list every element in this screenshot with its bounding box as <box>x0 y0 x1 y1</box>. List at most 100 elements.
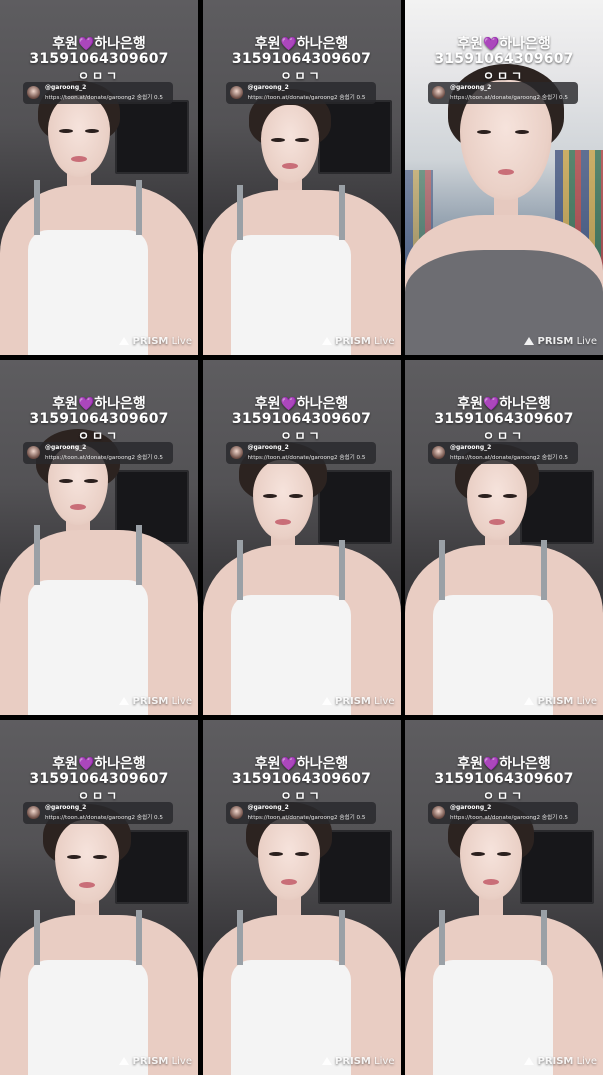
face <box>467 460 527 540</box>
clothing <box>28 580 148 715</box>
donation-title: 후원💜하나은행 <box>0 393 198 413</box>
video-frame: 후원💜하나은행 31591064309607 ㅇㅁㄱ @garoong_2 ht… <box>405 0 603 355</box>
watermark-brand: PRISM <box>334 696 371 707</box>
bank-name: 하나은행 <box>499 756 551 772</box>
watermark-brand: PRISM <box>537 696 574 707</box>
donation-title: 후원💜하나은행 <box>0 753 198 773</box>
prism-live-watermark: PRISM Live <box>321 696 395 707</box>
comment-username: @garoong_2 <box>450 444 492 451</box>
strap-right <box>136 910 142 965</box>
eye-left <box>66 855 81 860</box>
prism-logo-icon <box>524 337 535 345</box>
comment-username: @garoong_2 <box>45 84 87 91</box>
eye-left <box>58 478 73 483</box>
donation-label: 후원 <box>457 36 484 52</box>
frame-grid: 후원💜하나은행 31591064309607 ㅇㅁㄱ @garoong_2 ht… <box>0 0 603 1075</box>
prism-live-watermark: PRISM Live <box>119 336 192 347</box>
avatar <box>229 86 243 99</box>
watermark-suffix: Live <box>576 336 597 347</box>
comment-message: https://toon.at/donate/garoong2 숨쉽기 0.5 <box>450 95 568 101</box>
donation-label: 후원 <box>457 396 484 412</box>
watermark-brand: PRISM <box>334 1056 371 1067</box>
face <box>257 818 320 900</box>
video-frame: 후원💜하나은행 31591064309607 ㅇㅁㄱ @garoong_2 ht… <box>405 720 603 1075</box>
prism-live-watermark: PRISM Live <box>321 1056 395 1067</box>
strap-right <box>338 910 345 965</box>
strap-left <box>34 910 40 965</box>
face <box>460 818 522 900</box>
bank-name: 하나은행 <box>94 396 146 412</box>
eye-right <box>294 852 309 857</box>
lips <box>489 519 505 526</box>
face <box>260 105 319 183</box>
comment-message: https://toon.at/donate/garoong2 숨쉽기 0.5 <box>247 815 366 821</box>
prism-live-watermark: PRISM Live <box>119 696 192 707</box>
lips <box>498 168 514 175</box>
donation-title: 후원💜하나은행 <box>203 753 401 773</box>
prism-logo-icon <box>119 337 130 345</box>
comment-bubble: @garoong_2 https://toon.at/donate/garoon… <box>428 82 578 104</box>
prism-live-watermark: PRISM Live <box>321 336 395 347</box>
comment-bubble: @garoong_2 https://toon.at/donate/garoon… <box>225 82 376 104</box>
purple-heart-icon: 💜 <box>483 757 500 772</box>
video-frame: 후원💜하나은행 31591064309607 ㅇㅁㄱ @garoong_2 ht… <box>202 0 401 355</box>
lips <box>274 519 291 526</box>
bank-name: 하나은행 <box>296 756 349 772</box>
account-number: 31591064309607 <box>434 771 574 787</box>
eye-right <box>497 852 512 857</box>
face <box>252 460 313 540</box>
avatar <box>432 86 445 99</box>
avatar <box>229 806 243 819</box>
lips <box>70 504 86 511</box>
watermark-suffix: Live <box>576 696 597 707</box>
watermark-suffix: Live <box>374 336 395 347</box>
strap-left <box>439 910 445 965</box>
prism-logo-icon <box>119 1057 130 1065</box>
bank-name: 하나은행 <box>94 756 146 772</box>
watermark-suffix: Live <box>171 336 192 347</box>
donation-label: 후원 <box>52 36 79 52</box>
prism-live-watermark: PRISM Live <box>524 336 597 347</box>
strap-left <box>34 180 40 235</box>
face <box>55 820 119 904</box>
strap-left <box>236 910 243 965</box>
eye-left <box>471 852 486 857</box>
video-frame: 후원💜하나은행 31591064309607 ㅇㅁㄱ @garoong_2 ht… <box>202 360 401 715</box>
comment-bubble: @garoong_2 https://toon.at/donate/garoon… <box>23 802 173 824</box>
strap-left <box>439 540 445 600</box>
comment-message: https://toon.at/donate/garoong2 숨쉽기 0.5 <box>247 455 366 461</box>
bank-name: 하나은행 <box>499 396 551 412</box>
donation-label: 후원 <box>254 36 281 52</box>
strap-right <box>541 910 547 965</box>
prism-live-watermark: PRISM Live <box>524 696 597 707</box>
account-number: 31591064309607 <box>231 411 372 427</box>
comment-bubble: @garoong_2 https://toon.at/donate/garoon… <box>23 442 173 464</box>
donation-title: 후원💜하나은행 <box>203 33 401 53</box>
purple-heart-icon: 💜 <box>280 397 297 412</box>
donation-title: 후원💜하나은행 <box>405 393 603 413</box>
eye-left <box>476 130 491 135</box>
donation-label: 후원 <box>254 396 281 412</box>
donation-title: 후원💜하나은행 <box>0 33 198 53</box>
bank-name: 하나은행 <box>94 36 146 52</box>
account-number: 31591064309607 <box>231 771 372 787</box>
avatar <box>27 806 40 819</box>
comment-bubble: @garoong_2 https://toon.at/donate/garoon… <box>428 442 578 464</box>
lips <box>281 162 298 169</box>
watermark-brand: PRISM <box>537 336 574 347</box>
watermark-brand: PRISM <box>334 336 371 347</box>
donation-title: 후원💜하나은행 <box>203 393 401 413</box>
lips <box>71 155 87 162</box>
comment-username: @garoong_2 <box>247 444 289 451</box>
eye-right <box>93 855 108 860</box>
bank-name: 하나은행 <box>296 36 349 52</box>
comment-username: @garoong_2 <box>247 84 289 91</box>
comment-message: https://toon.at/donate/garoong2 숨쉽기 0.5 <box>45 815 163 821</box>
comment-message: https://toon.at/donate/garoong2 숨쉽기 0.5 <box>450 815 568 821</box>
eye-left <box>59 129 74 134</box>
donation-label: 후원 <box>254 756 281 772</box>
video-frame: 후원💜하나은행 31591064309607 ㅇㅁㄱ @garoong_2 ht… <box>202 720 401 1075</box>
eye-left <box>268 852 283 857</box>
prism-logo-icon <box>119 697 130 705</box>
bank-name: 하나은행 <box>499 36 551 52</box>
